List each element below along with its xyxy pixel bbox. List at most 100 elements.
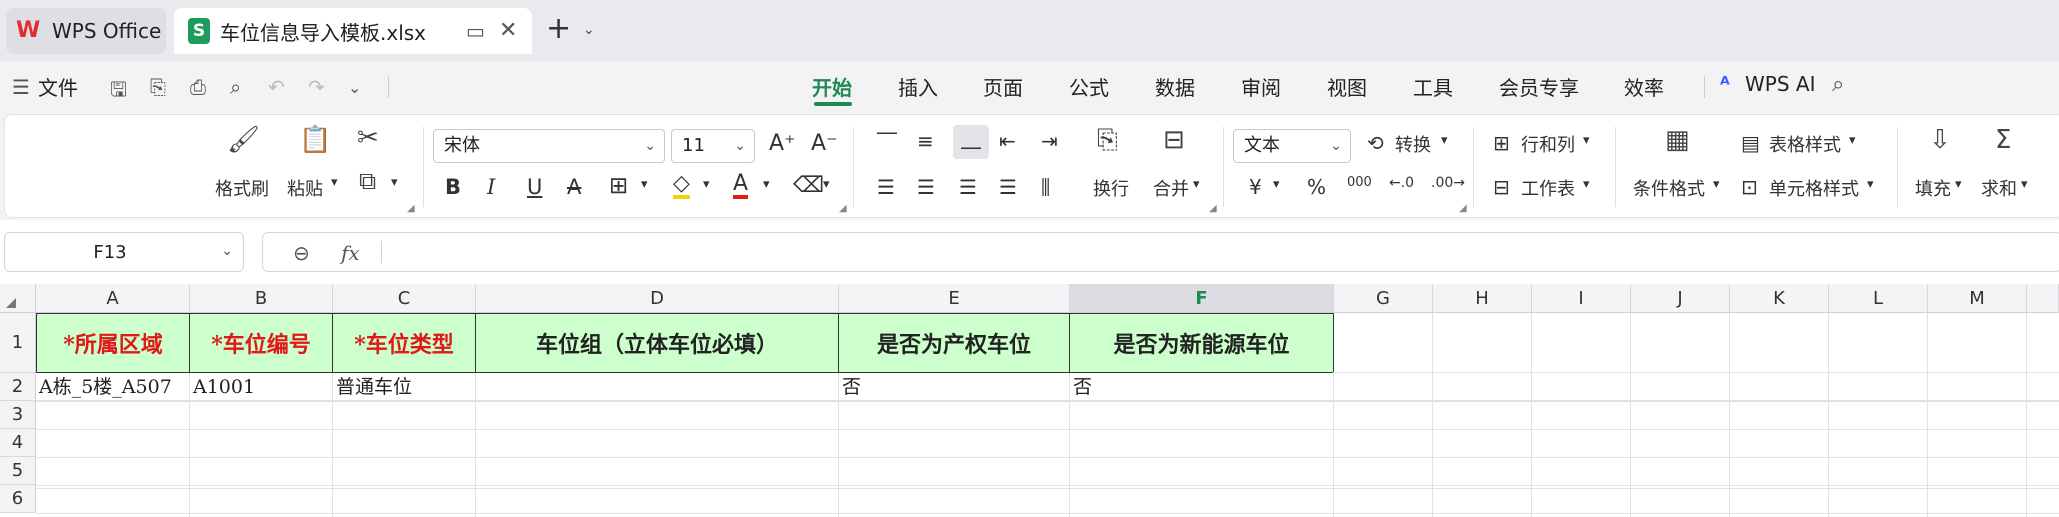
column-header-l[interactable]: L bbox=[1829, 284, 1928, 313]
borders-icon[interactable]: ⊞ bbox=[609, 173, 628, 199]
new-tab-plus-icon[interactable]: + bbox=[546, 14, 571, 44]
quick-access-chevron-down-icon[interactable]: ⌄ bbox=[348, 78, 361, 97]
fill-color-chevron-icon[interactable]: ▾ bbox=[703, 177, 710, 192]
cell-f1[interactable]: 是否为新能源车位 bbox=[1069, 313, 1334, 373]
tab-active-document[interactable]: S 车位信息导入模板.xlsx ▭ ✕ bbox=[174, 8, 532, 54]
sum-button[interactable]: 求和 bbox=[1981, 175, 2017, 201]
paste-button[interactable]: 粘贴 bbox=[287, 175, 323, 201]
align-top-icon[interactable]: ⎺ bbox=[877, 129, 897, 153]
font-launcher-icon[interactable]: ◢ bbox=[839, 203, 847, 214]
decrease-decimal-icon[interactable]: .00→ bbox=[1431, 175, 1465, 191]
column-header-g[interactable]: G bbox=[1334, 284, 1433, 313]
currency-button[interactable]: ¥ bbox=[1249, 175, 1262, 199]
column-header-i[interactable]: I bbox=[1532, 284, 1631, 313]
align-left-icon[interactable]: ☰ bbox=[877, 175, 895, 199]
row-header-6[interactable]: 6 bbox=[0, 485, 36, 513]
clipboard-launcher-icon[interactable]: ◢ bbox=[407, 203, 415, 214]
row-header-3[interactable]: 3 bbox=[0, 401, 36, 429]
redo-icon[interactable]: ↷ bbox=[308, 75, 325, 99]
search-icon[interactable]: ⌕ bbox=[1832, 72, 1844, 97]
cell-b1[interactable]: *车位编号 bbox=[189, 313, 333, 373]
menu-tab-view[interactable]: 视图 bbox=[1327, 72, 1367, 101]
formula-input[interactable]: ⊖ fx bbox=[262, 232, 2059, 272]
bold-icon[interactable]: B bbox=[445, 175, 461, 199]
align-bottom-icon[interactable]: ⎽ bbox=[953, 125, 989, 159]
menu-tab-efficiency[interactable]: 效率 bbox=[1624, 72, 1664, 101]
worksheet-chevron-icon[interactable]: ▾ bbox=[1583, 177, 1590, 192]
alignment-launcher-icon[interactable]: ◢ bbox=[1209, 203, 1217, 214]
number-launcher-icon[interactable]: ◢ bbox=[1459, 203, 1467, 214]
cell-style-chevron-icon[interactable]: ▾ bbox=[1867, 177, 1874, 192]
cell-a1[interactable]: *所属区域 bbox=[36, 313, 190, 373]
column-header-k[interactable]: K bbox=[1730, 284, 1829, 313]
strikethrough-icon[interactable]: A bbox=[567, 175, 581, 199]
eraser-chevron-icon[interactable]: ▾ bbox=[823, 177, 830, 192]
decrease-indent-icon[interactable]: ⇤ bbox=[999, 129, 1016, 153]
copy-chevron-icon[interactable]: ▾ bbox=[391, 175, 398, 190]
print-icon[interactable]: ⎙ bbox=[190, 75, 206, 99]
zoom-formula-icon[interactable]: ⊖ bbox=[293, 241, 310, 265]
font-color-chevron-icon[interactable]: ▾ bbox=[763, 177, 770, 192]
distributed-align-icon[interactable]: ⫼ bbox=[1041, 175, 1050, 199]
menu-tab-data[interactable]: 数据 bbox=[1155, 72, 1195, 101]
wps-ai-button[interactable]: WPS AI bbox=[1745, 72, 1815, 96]
worksheet-button[interactable]: 工作表 bbox=[1521, 175, 1575, 201]
menu-tab-review[interactable]: 审阅 bbox=[1241, 72, 1281, 101]
row-header-4[interactable]: 4 bbox=[0, 429, 36, 457]
cell-style-button[interactable]: 单元格样式 bbox=[1769, 175, 1859, 201]
column-header-f[interactable]: F bbox=[1070, 284, 1334, 313]
cell-d1[interactable]: 车位组（立体车位必填） bbox=[475, 313, 839, 373]
column-header-overflow[interactable] bbox=[2027, 284, 2059, 313]
column-header-e[interactable]: E bbox=[839, 284, 1070, 313]
select-all-corner[interactable] bbox=[0, 284, 36, 313]
table-style-button[interactable]: 表格样式 bbox=[1769, 131, 1841, 157]
align-right-icon[interactable]: ☰ bbox=[959, 175, 977, 199]
name-box[interactable]: F13 ⌄ bbox=[4, 232, 244, 272]
rows-cols-chevron-icon[interactable]: ▾ bbox=[1583, 133, 1590, 148]
align-center-icon[interactable]: ☰ bbox=[917, 175, 935, 199]
cut-icon[interactable]: ✂ bbox=[357, 123, 379, 153]
menu-tab-home[interactable]: 开始 bbox=[812, 72, 852, 101]
thousands-separator-button[interactable]: 000 bbox=[1347, 175, 1372, 190]
hamburger-menu-icon[interactable]: ☰ bbox=[12, 75, 30, 99]
sum-chevron-icon[interactable]: ▾ bbox=[2021, 177, 2028, 192]
merge-cells-button[interactable]: 合并 bbox=[1153, 175, 1189, 201]
menu-tab-insert[interactable]: 插入 bbox=[898, 72, 938, 101]
cell-d2[interactable] bbox=[476, 373, 839, 401]
menu-tab-page[interactable]: 页面 bbox=[983, 72, 1023, 101]
cell-c1[interactable]: *车位类型 bbox=[332, 313, 476, 373]
column-header-j[interactable]: J bbox=[1631, 284, 1730, 313]
conditional-format-button[interactable]: 条件格式 bbox=[1633, 175, 1705, 201]
font-name-select[interactable]: 宋体 ⌄ bbox=[433, 129, 665, 163]
chevron-down-icon[interactable]: ⌄ bbox=[583, 22, 595, 38]
align-middle-icon[interactable]: ≡ bbox=[917, 129, 934, 153]
currency-chevron-icon[interactable]: ▾ bbox=[1273, 177, 1280, 192]
increase-indent-icon[interactable]: ⇥ bbox=[1041, 129, 1058, 153]
font-color-icon[interactable]: A bbox=[733, 173, 749, 199]
borders-chevron-icon[interactable]: ▾ bbox=[641, 177, 648, 192]
fill-chevron-icon[interactable]: ▾ bbox=[1955, 177, 1962, 192]
number-format-select[interactable]: 文本 ⌄ bbox=[1233, 129, 1351, 163]
conditional-format-chevron-icon[interactable]: ▾ bbox=[1713, 177, 1720, 192]
rows-cols-button[interactable]: 行和列 bbox=[1521, 131, 1575, 157]
menu-tab-member[interactable]: 会员专享 bbox=[1499, 72, 1579, 101]
paste-chevron-icon[interactable]: ▾ bbox=[331, 175, 338, 190]
convert-chevron-icon[interactable]: ▾ bbox=[1441, 133, 1448, 148]
copy-icon[interactable]: ⧉ bbox=[359, 167, 376, 195]
menu-file[interactable]: 文件 bbox=[38, 72, 78, 101]
menu-tab-tools[interactable]: 工具 bbox=[1413, 72, 1453, 101]
column-header-c[interactable]: C bbox=[333, 284, 476, 313]
cell-f2[interactable]: 否 bbox=[1070, 373, 1334, 401]
row-header-5[interactable]: 5 bbox=[0, 457, 36, 485]
justify-icon[interactable]: ☰ bbox=[999, 175, 1017, 199]
row-header-2[interactable]: 2 bbox=[0, 373, 36, 401]
close-tab-icon[interactable]: ✕ bbox=[499, 18, 517, 43]
column-header-a[interactable]: A bbox=[36, 284, 190, 313]
merge-chevron-icon[interactable]: ▾ bbox=[1193, 177, 1200, 192]
format-painter-button[interactable]: 格式刷 bbox=[215, 175, 269, 201]
tab-wps-office[interactable]: W WPS Office bbox=[6, 8, 166, 54]
eraser-icon[interactable]: ⌫ bbox=[793, 173, 824, 198]
percent-button[interactable]: % bbox=[1307, 175, 1326, 199]
cell-a2[interactable]: A栋_5楼_A507 bbox=[36, 373, 190, 401]
column-header-b[interactable]: B bbox=[190, 284, 333, 313]
